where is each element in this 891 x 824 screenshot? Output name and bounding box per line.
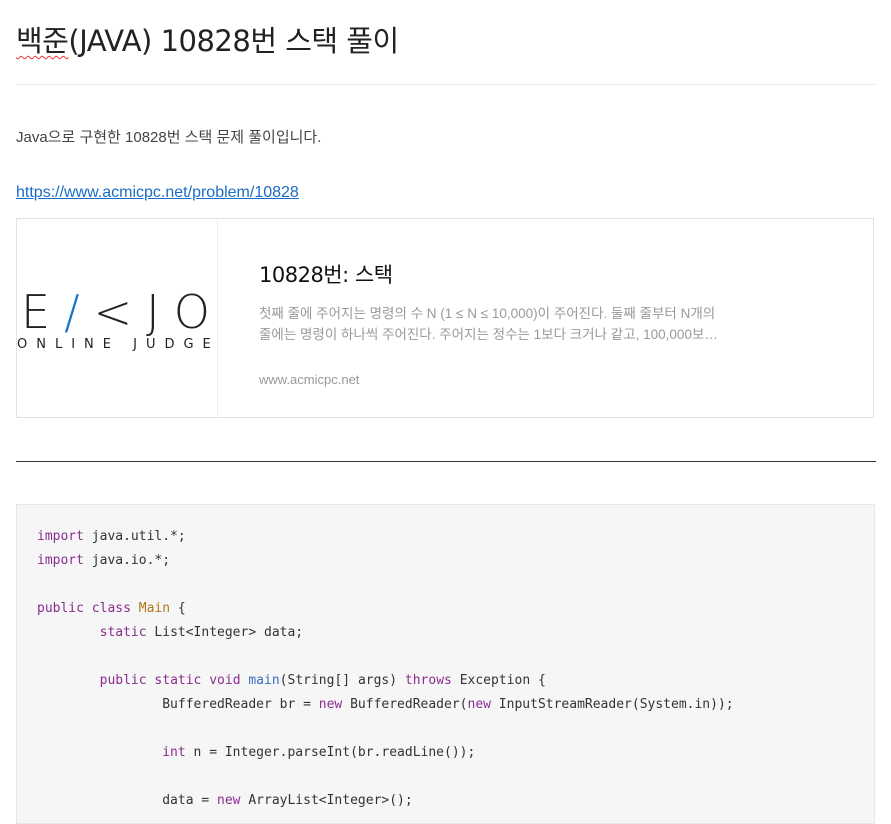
card-thumbnail: E/<JOC ONLINE JUDGE <box>17 219 218 417</box>
logo-slash: / <box>64 285 94 339</box>
code-keyword: new <box>318 697 343 712</box>
code-text: { <box>170 601 186 616</box>
code-text: (String[] args) <box>279 673 405 688</box>
logo-right: <JOC <box>93 285 217 339</box>
code-keyword: public <box>37 601 84 616</box>
intro-text: Java으로 구현한 10828번 스택 문제 풀이입니다. <box>16 129 322 146</box>
logo-subtitle: ONLINE JUDGE <box>17 337 218 352</box>
problem-link[interactable]: https://www.acmicpc.net/problem/10828 <box>16 184 299 202</box>
code-keyword: void <box>209 673 241 688</box>
code-keyword: throws <box>404 673 452 688</box>
code-block: import java.util.*; import java.io.*; pu… <box>16 504 875 824</box>
title-rest: (JAVA) 10828번 스택 풀이 <box>68 24 399 58</box>
code-keyword: static <box>154 673 202 688</box>
logo-left: E <box>21 285 65 339</box>
code-class-name: Main <box>138 601 171 616</box>
card-description: 첫째 줄에 주어지는 명령의 수 N (1 ≤ N ≤ 10,000)이 주어진… <box>259 306 717 342</box>
title-divider <box>16 84 876 85</box>
code-text: BufferedReader( <box>342 697 468 712</box>
code-keyword: import <box>37 529 84 544</box>
title-prefix: 백준 <box>16 24 69 58</box>
code-text: Exception { <box>451 673 546 688</box>
card-title: 10828번: 스택 <box>259 263 393 287</box>
code-text: java.io.*; <box>83 553 171 568</box>
code-function-name: main <box>248 673 280 688</box>
code-keyword: public <box>99 673 147 688</box>
code-text: List<Integer> data; <box>146 625 304 640</box>
code-keyword: class <box>91 601 131 616</box>
code-text: n = Integer.parseInt(br.readLine()); <box>185 745 476 760</box>
code-text: BufferedReader br = <box>162 697 319 712</box>
post-title: 백준(JAVA) 10828번 스택 풀이 <box>16 18 399 60</box>
code-keyword: static <box>99 625 147 640</box>
link-preview-card[interactable]: E/<JOC ONLINE JUDGE 10828번: 스택 첫째 줄에 주어지… <box>16 218 874 418</box>
code-keyword: new <box>467 697 491 712</box>
code-content: import java.util.*; import java.io.*; pu… <box>37 525 734 813</box>
horizontal-divider <box>16 461 876 462</box>
code-text: InputStreamReader(System.in)); <box>490 697 734 712</box>
code-text: java.util.*; <box>83 529 186 544</box>
code-keyword: int <box>162 745 186 760</box>
card-domain: www.acmicpc.net <box>259 372 360 387</box>
baekjoon-logo: E/<JOC <box>21 285 217 339</box>
code-keyword: import <box>37 553 84 568</box>
